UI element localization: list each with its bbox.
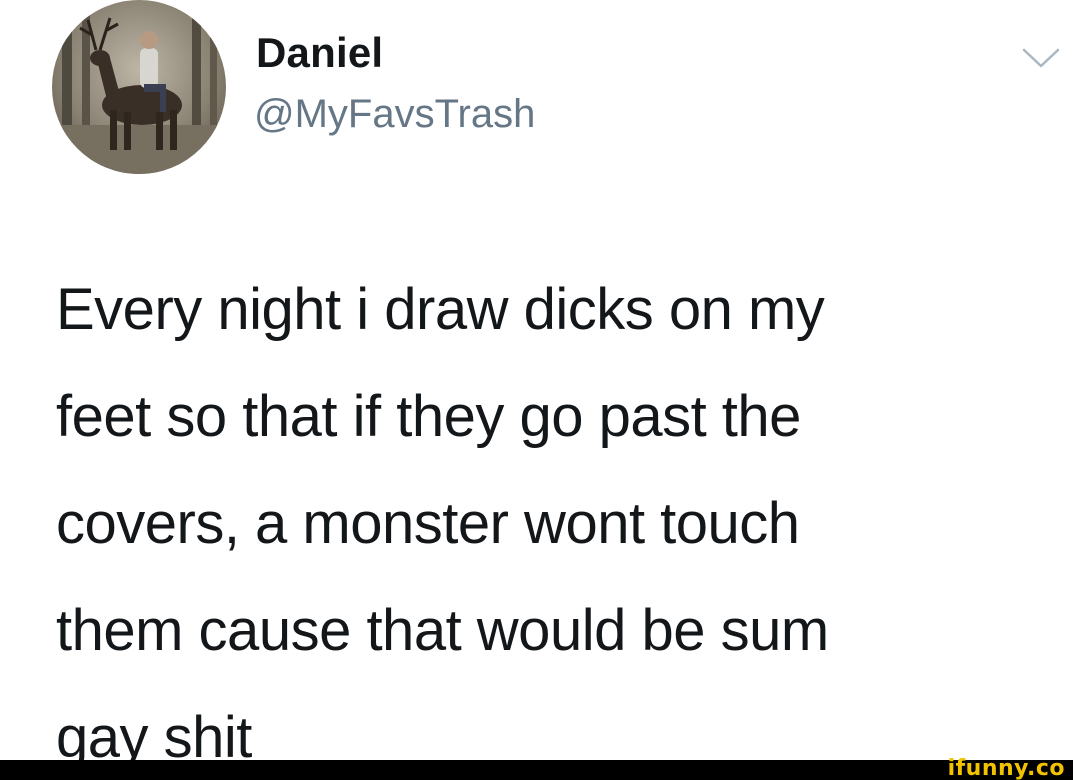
tweet-text-line: feet so that if they go past the <box>56 384 801 449</box>
tweet-text-line: covers, a monster wont touch <box>56 491 800 556</box>
tweet-text: Every night i draw dicks on my feet so t… <box>56 256 1056 780</box>
watermark-logo: ifunny.co <box>947 756 1065 780</box>
user-handle[interactable]: @MyFavsTrash <box>254 90 535 138</box>
footer-bar: ifunny.co <box>0 756 1073 780</box>
tweet-text-line: them cause that would be sum <box>56 598 829 663</box>
display-name[interactable]: Daniel <box>256 28 383 78</box>
avatar-photo <box>52 0 226 174</box>
tweet-text-line: Every night i draw dicks on my <box>56 277 825 342</box>
chevron-down-icon[interactable] <box>1020 44 1062 74</box>
avatar[interactable] <box>52 0 226 174</box>
tweet-card: Daniel @MyFavsTrash Every night i draw d… <box>0 0 1073 770</box>
